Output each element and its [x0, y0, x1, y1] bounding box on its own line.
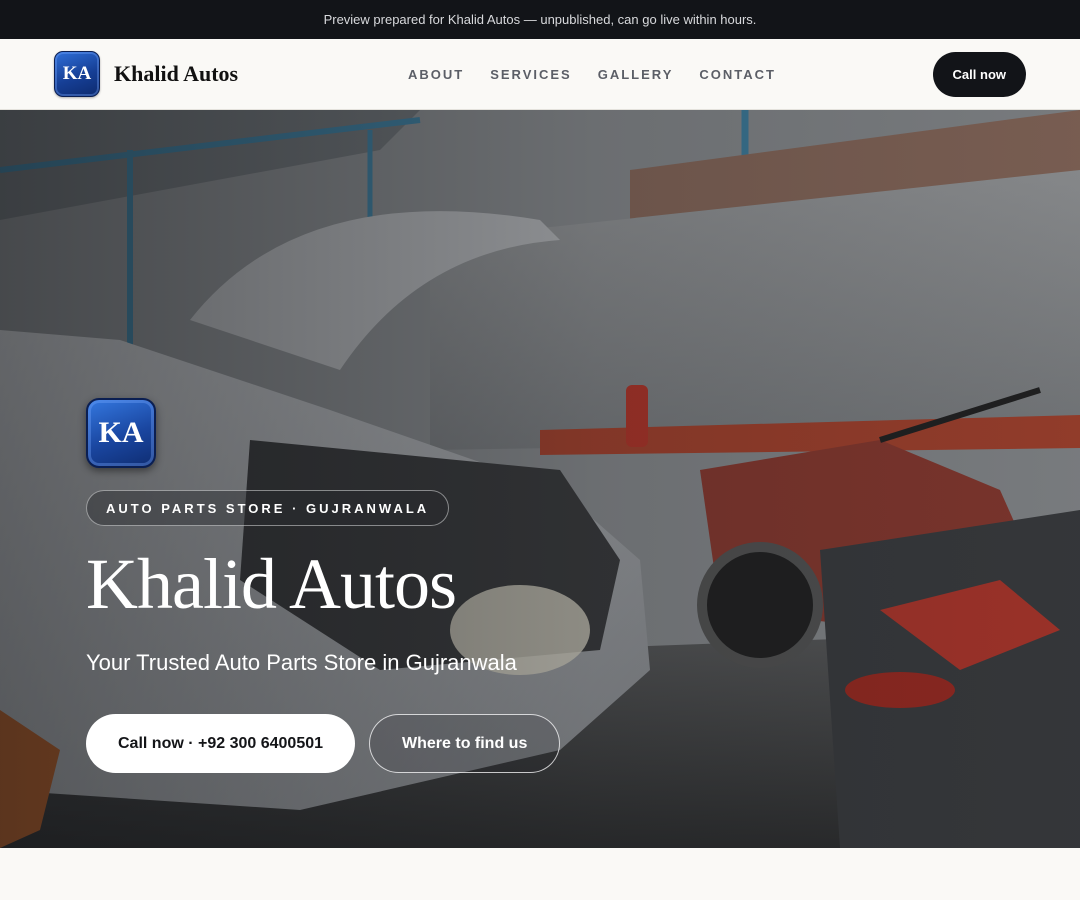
hero-title: Khalid Autos — [86, 544, 457, 624]
hero-actions: Call now · +92 300 6400501 Where to find… — [86, 714, 561, 773]
nav-link-contact[interactable]: CONTACT — [699, 67, 776, 82]
header-call-button[interactable]: Call now — [932, 52, 1026, 97]
preview-banner-text: Preview prepared for Khalid Autos — unpu… — [323, 12, 757, 27]
nav-link-services[interactable]: SERVICES — [490, 67, 572, 82]
brand-logo: KA — [54, 51, 100, 97]
hero-subtitle: Your Trusted Auto Parts Store in Gujranw… — [86, 650, 517, 675]
brand-home-link[interactable]: KA Khalid Autos — [54, 51, 238, 97]
hero-eyebrow-badge: AUTO PARTS STORE · GUJRANWALA — [86, 490, 450, 526]
brand-name: Khalid Autos — [114, 61, 239, 86]
find-us-button[interactable]: Where to find us — [369, 714, 561, 773]
main-nav: ABOUT SERVICES GALLERY CONTACT — [408, 39, 776, 110]
nav-link-about[interactable]: ABOUT — [408, 67, 464, 82]
preview-banner: Preview prepared for Khalid Autos — unpu… — [0, 0, 1080, 39]
hero-logo: KA — [86, 398, 156, 468]
nav-link-gallery[interactable]: GALLERY — [598, 67, 674, 82]
hero-section: KA AUTO PARTS STORE · GUJRANWALA Khalid … — [0, 110, 1080, 848]
call-now-button[interactable]: Call now · +92 300 6400501 — [86, 714, 356, 773]
hero-content: KA AUTO PARTS STORE · GUJRANWALA Khalid … — [86, 398, 561, 773]
site-header: KA Khalid Autos ABOUT SERVICES GALLERY C… — [0, 39, 1080, 110]
